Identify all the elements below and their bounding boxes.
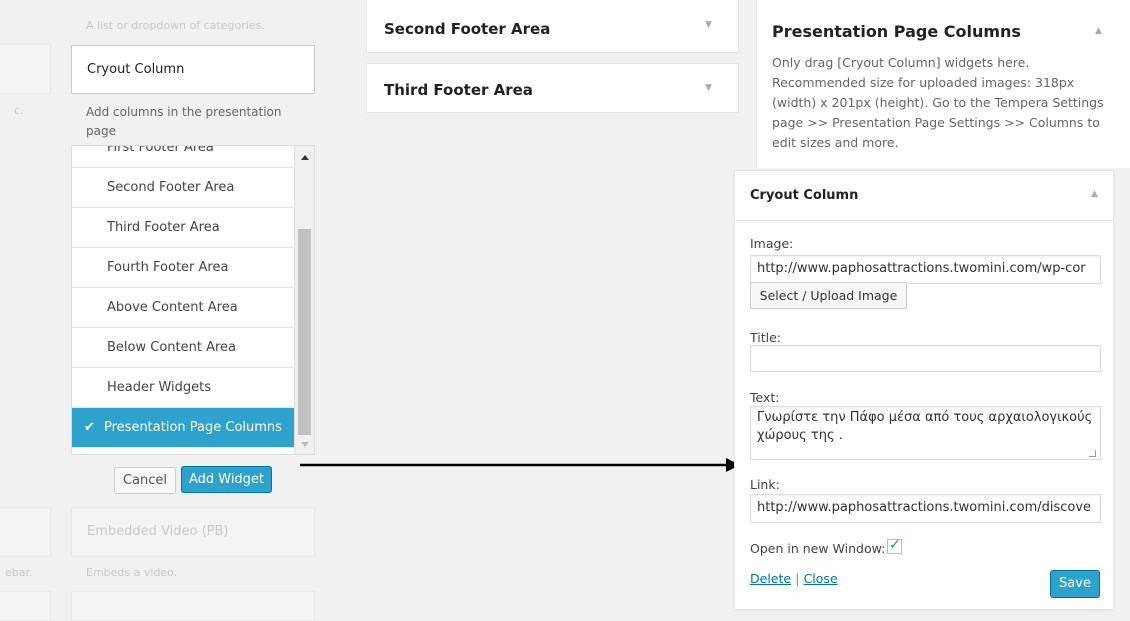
sidebar-list-scrollbar[interactable] <box>294 146 314 454</box>
presentation-page-columns-title: Presentation Page Columns <box>772 22 1021 41</box>
widget-form-title: Cryout Column <box>750 188 859 203</box>
faded-side-text: c. <box>14 104 24 117</box>
title-label: Title: <box>750 330 781 345</box>
sidebar-item-label: Fourth Footer Area <box>107 260 229 275</box>
cryout-column-desc: Add columns in the presentation page <box>86 105 282 138</box>
second-footer-area-title: Second Footer Area <box>384 20 551 38</box>
sidebar-item-presentation-page-columns[interactable]: ✔ Presentation Page Columns <box>72 408 294 448</box>
cryout-column-widget-title: Cryout Column <box>87 62 185 77</box>
select-upload-image-button[interactable]: Select / Upload Image <box>750 282 907 309</box>
scroll-down-arrow-icon[interactable] <box>301 442 309 447</box>
sidebar-item-label: Below Content Area <box>107 340 236 355</box>
sidebar-item-below-content-area[interactable]: Below Content Area <box>72 328 294 368</box>
image-url-field[interactable]: http://www.paphosattractions.twomini.com… <box>750 255 1101 284</box>
cryout-column-widget-form: Cryout Column ▲ Image: http://www.paphos… <box>734 170 1114 610</box>
image-label: Image: <box>750 236 794 251</box>
embedded-video-desc: Embeds a video. <box>86 566 178 579</box>
faded-side-text-2: ebar. <box>5 566 33 579</box>
sidebar-item-above-content-area[interactable]: Above Content Area <box>72 288 294 328</box>
arrow-connector-icon <box>300 458 740 472</box>
faded-widget-box-left <box>0 44 51 94</box>
sidebar-item-label: Second Footer Area <box>107 180 235 195</box>
save-button[interactable]: Save <box>1050 570 1100 598</box>
form-footer-links: Delete | Close <box>750 571 838 587</box>
sidebar-item-fourth-footer-area[interactable]: Fourth Footer Area <box>72 248 294 288</box>
third-footer-area-title: Third Footer Area <box>384 81 533 99</box>
title-field[interactable] <box>750 345 1101 372</box>
add-widget-button[interactable]: Add Widget <box>181 466 272 493</box>
cancel-button[interactable]: Cancel <box>114 467 176 494</box>
checkmark-icon: ✔ <box>84 420 95 435</box>
widget-form-header[interactable]: Cryout Column ▲ <box>735 171 1113 221</box>
sidebar-item-first-footer-area[interactable]: First Footer Area <box>72 145 294 168</box>
cryout-column-widget[interactable]: Cryout Column <box>71 45 315 94</box>
link-url-field[interactable]: http://www.paphosattractions.twomini.com… <box>750 494 1101 523</box>
embedded-video-widget-title: Embedded Video (PB) <box>87 524 229 539</box>
faded-widget-box-left-2 <box>0 507 51 557</box>
text-label: Text: <box>750 390 780 405</box>
sidebar-item-header-widgets[interactable]: Header Widgets <box>72 368 294 408</box>
scroll-up-arrow-icon[interactable] <box>301 155 309 160</box>
expand-caret-icon[interactable]: ▼ <box>705 83 712 93</box>
faded-category-desc: A list or dropdown of categories. <box>86 19 265 32</box>
sidebar-item-third-footer-area[interactable]: Third Footer Area <box>72 208 294 248</box>
faded-widget-box-bottom-left <box>0 591 51 621</box>
presentation-page-columns-panel: Presentation Page Columns ▲ Only drag [C… <box>756 0 1130 168</box>
third-footer-area-box[interactable]: Third Footer Area ▼ <box>366 63 739 113</box>
scrollbar-thumb[interactable] <box>298 229 311 435</box>
faded-widget-box-bottom <box>71 591 315 621</box>
sidebar-items-wrapper: First Footer Area Second Footer Area Thi… <box>72 145 294 448</box>
presentation-page-columns-desc: Only drag [Cryout Column] widgets here. … <box>772 55 1104 150</box>
embedded-video-widget[interactable]: Embedded Video (PB) <box>71 507 315 557</box>
collapse-caret-icon[interactable]: ▲ <box>1095 26 1102 36</box>
close-link[interactable]: Close <box>804 571 838 586</box>
sidebar-item-second-footer-area[interactable]: Second Footer Area <box>72 168 294 208</box>
textarea-resize-handle-icon[interactable] <box>1089 450 1096 457</box>
sidebar-item-label: First Footer Area <box>107 145 214 155</box>
delete-link[interactable]: Delete <box>750 571 791 586</box>
link-label: Link: <box>750 477 780 492</box>
sidebar-item-label: Presentation Page Columns <box>104 420 282 435</box>
expand-caret-icon[interactable]: ▼ <box>705 20 712 30</box>
checkmark-icon: ✓ <box>889 537 901 553</box>
sidebar-item-label: Header Widgets <box>107 380 212 395</box>
link-separator: | <box>795 571 800 586</box>
second-footer-area-box[interactable]: Second Footer Area ▼ <box>366 0 739 53</box>
sidebar-item-label: Above Content Area <box>107 300 238 315</box>
sidebar-chooser-list[interactable]: First Footer Area Second Footer Area Thi… <box>71 145 315 455</box>
open-new-window-label: Open in new Window: <box>750 541 886 556</box>
collapse-caret-icon[interactable]: ▲ <box>1091 189 1098 199</box>
text-area-field[interactable]: Γνωρίστε την Πάφο μέσα από τους αρχαιολο… <box>750 406 1101 460</box>
open-new-window-checkbox[interactable]: ✓ <box>887 537 902 554</box>
sidebar-item-label: Third Footer Area <box>107 220 220 235</box>
